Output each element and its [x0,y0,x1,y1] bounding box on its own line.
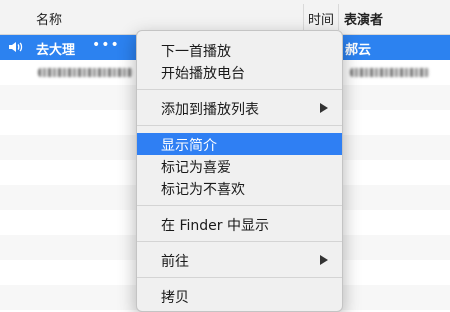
chevron-right-icon [320,255,328,265]
menu-item-copy[interactable]: 拷贝 [137,285,342,307]
column-header-artist[interactable]: 表演者 [344,9,383,28]
menu-separator [137,205,342,206]
blurred-title [38,68,133,77]
song-artist: 郝云 [345,43,372,58]
column-header-time[interactable]: 时间 [308,9,334,28]
context-menu: 下一首播放 开始播放电台 添加到播放列表 显示简介 标记为喜爱 标记为不喜欢 在… [136,30,343,312]
menu-item-love[interactable]: 标记为喜爱 [137,155,342,177]
chevron-right-icon [320,103,328,113]
menu-item-add-to-playlist[interactable]: 添加到播放列表 [137,97,342,119]
song-title: 去大理 [36,43,76,58]
blurred-artist [350,68,430,77]
column-header-name[interactable]: 名称 [36,9,62,28]
menu-item-show-info[interactable]: 显示简介 [137,133,342,155]
menu-separator [137,241,342,242]
column-divider[interactable] [338,4,339,30]
menu-item-dislike[interactable]: 标记为不喜欢 [137,177,342,199]
menu-separator [137,125,342,126]
column-divider[interactable] [303,4,304,30]
more-options-icon[interactable]: ••• [92,37,120,53]
menu-item-play-next[interactable]: 下一首播放 [137,39,342,61]
menu-item-start-radio[interactable]: 开始播放电台 [137,61,342,83]
speaker-icon [9,42,23,52]
menu-separator [137,89,342,90]
menu-item-show-in-finder[interactable]: 在 Finder 中显示 [137,213,342,235]
menu-separator [137,277,342,278]
menu-item-go-to[interactable]: 前往 [137,249,342,271]
